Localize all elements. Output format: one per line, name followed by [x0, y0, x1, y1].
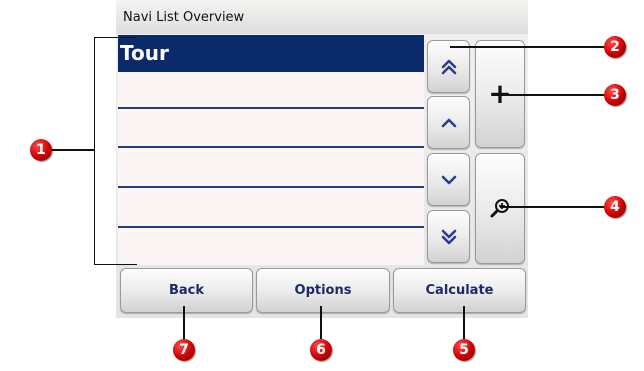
callout-line-1: [52, 149, 94, 151]
callout-line-5: [463, 306, 465, 339]
list-item[interactable]: [118, 151, 424, 188]
callout-line-2: [450, 46, 606, 48]
double-chevron-down-icon: [441, 229, 456, 244]
chevron-up-icon: [441, 118, 456, 127]
options-button[interactable]: Options: [256, 268, 390, 313]
scroll-down-button[interactable]: [427, 153, 470, 206]
callout-line-7: [183, 306, 185, 339]
zoom-button[interactable]: [475, 153, 525, 264]
callout-marker-1: 1: [30, 139, 52, 161]
callout-marker-5: 5: [453, 339, 475, 361]
back-button[interactable]: Back: [120, 268, 253, 313]
list-bracket: [94, 37, 137, 265]
magnifier-plus-icon: [490, 198, 509, 217]
callout-line-4: [500, 206, 606, 208]
scroll-up-button[interactable]: [427, 96, 470, 149]
callout-marker-6: 6: [310, 339, 332, 361]
callout-marker-7: 7: [173, 339, 195, 361]
calculate-button[interactable]: Calculate: [393, 268, 526, 313]
callout-line-3: [500, 94, 606, 96]
list-item[interactable]: [118, 191, 424, 228]
navi-list[interactable]: Tour: [118, 35, 424, 265]
window-title: Navi List Overview: [116, 0, 528, 34]
page-down-button[interactable]: [427, 210, 470, 263]
list-item[interactable]: [118, 111, 424, 148]
list-item[interactable]: [118, 72, 424, 109]
list-item-tour[interactable]: Tour: [118, 35, 424, 72]
chevron-down-icon: [441, 175, 456, 184]
callout-marker-4: 4: [604, 196, 626, 218]
callout-line-6: [320, 306, 322, 339]
callout-marker-3: 3: [604, 84, 626, 106]
callout-marker-2: 2: [604, 36, 626, 58]
list-item[interactable]: [118, 231, 424, 268]
double-chevron-up-icon: [441, 59, 456, 74]
